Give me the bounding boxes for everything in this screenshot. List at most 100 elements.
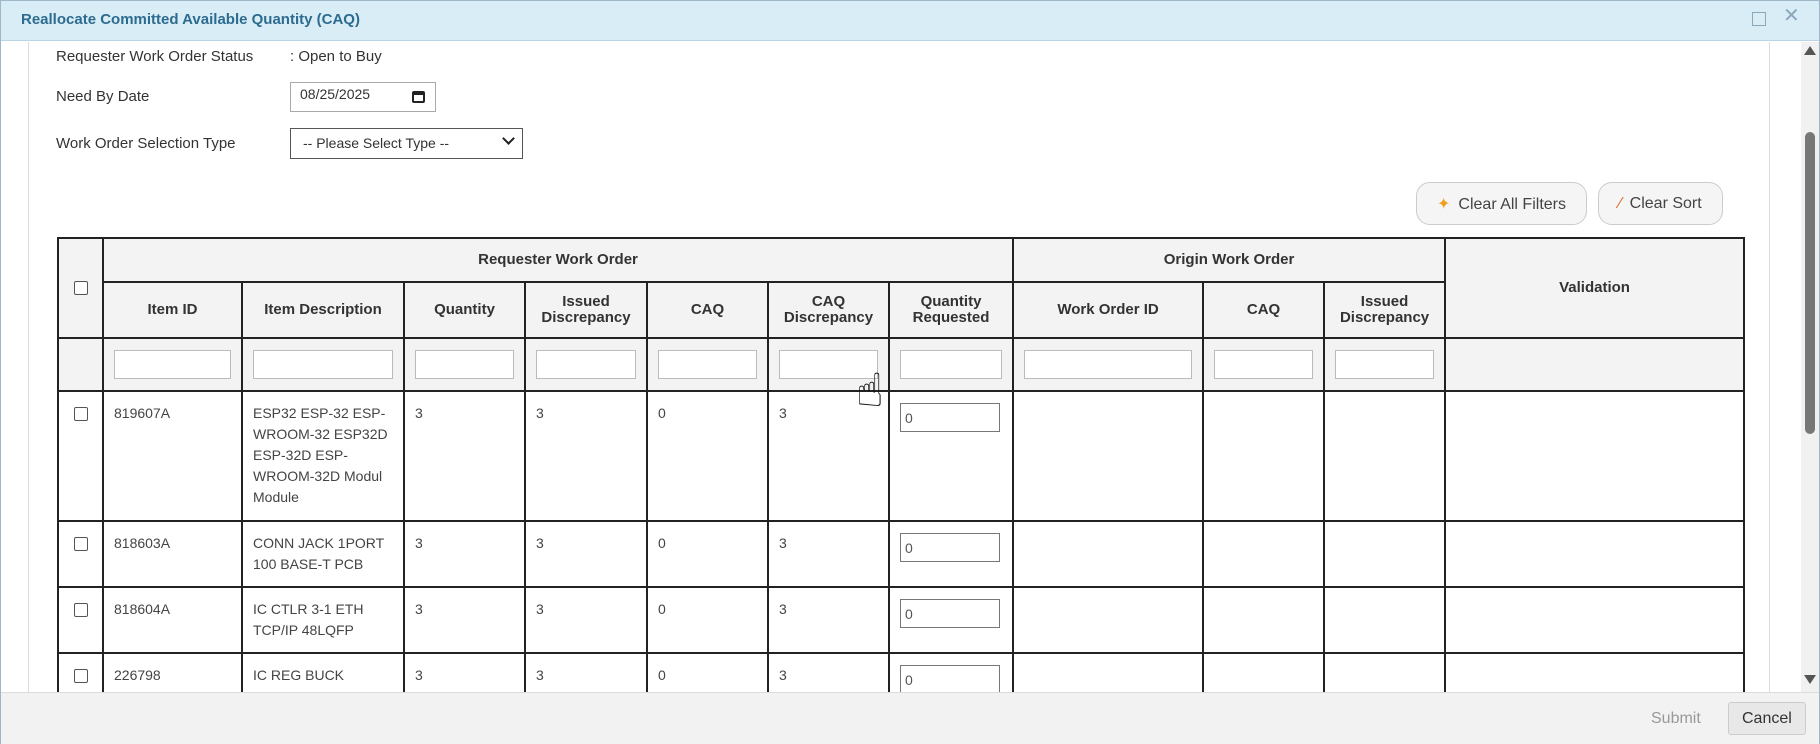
selection-type-value: -- Please Select Type -- [303, 135, 450, 151]
column-header-issued-discrepancy[interactable]: Issued Discrepancy [524, 281, 648, 339]
filter-quantity-requested[interactable] [900, 350, 1003, 379]
cell-work-order-id [1012, 586, 1205, 654]
scroll-down-icon[interactable] [1804, 675, 1816, 684]
column-header-quantity-requested[interactable]: Quantity Requested [887, 281, 1015, 339]
table-row: 819607A ESP32 ESP-32 ESP-WROOM-32 ESP32D… [57, 390, 1746, 522]
cell-item-description: ESP32 ESP-32 ESP-WROOM-32 ESP32D ESP-32D… [241, 390, 405, 522]
need-by-date-input[interactable]: 08/25/2025 [290, 82, 436, 112]
column-header-origin-issued-discrepancy[interactable]: Issued Discrepancy [1323, 281, 1447, 339]
cell-origin-issued-discrepancy [1323, 586, 1447, 654]
select-all-cell [57, 237, 104, 339]
cell-item-description: CONN JACK 1PORT 100 BASE-T PCB [241, 520, 405, 588]
quantity-requested-input[interactable] [900, 665, 1000, 692]
filter-quantity[interactable] [415, 350, 514, 379]
content-divider [28, 42, 29, 692]
cell-caq: 0 [646, 652, 769, 692]
filter-issued-discrepancy[interactable] [536, 350, 636, 379]
filter-origin-caq[interactable] [1214, 350, 1314, 379]
selection-type-label: Work Order Selection Type [56, 135, 236, 152]
selection-type-select[interactable]: -- Please Select Type -- [290, 128, 523, 159]
column-header-item-description[interactable]: Item Description [241, 281, 405, 339]
table-row: 226798 IC REG BUCK 3 3 0 3 [57, 652, 1746, 692]
cell-item-id: 818603A [102, 520, 243, 588]
scrollbar-thumb[interactable] [1805, 132, 1815, 434]
cancel-button[interactable]: Cancel [1728, 702, 1806, 735]
sparkle-icon: ✦ [1437, 195, 1451, 213]
cell-origin-caq [1202, 652, 1326, 692]
column-header-validation[interactable]: Validation [1444, 237, 1746, 339]
row-checkbox[interactable] [73, 407, 88, 421]
cell-validation [1444, 390, 1746, 522]
cell-validation [1444, 586, 1746, 654]
column-header-origin-caq[interactable]: CAQ [1202, 281, 1326, 339]
cell-origin-issued-discrepancy [1323, 390, 1447, 522]
row-checkbox[interactable] [73, 537, 88, 551]
cell-item-id: 819607A [102, 390, 243, 522]
clear-sort-label: Clear Sort [1629, 194, 1702, 212]
column-header-work-order-id[interactable]: Work Order ID [1012, 281, 1205, 339]
scroll-up-icon[interactable] [1804, 46, 1816, 55]
cell-validation [1444, 652, 1746, 692]
cell-item-id: 226798 [102, 652, 243, 692]
chevron-down-icon [502, 132, 515, 145]
filter-work-order-id[interactable] [1024, 350, 1193, 379]
cell-work-order-id [1012, 652, 1205, 692]
cell-item-description: IC REG BUCK [241, 652, 405, 692]
column-header-item-id[interactable]: Item ID [102, 281, 243, 339]
cell-origin-issued-discrepancy [1323, 520, 1447, 588]
cell-quantity: 3 [403, 586, 526, 654]
cell-origin-issued-discrepancy [1323, 652, 1447, 692]
table-row: 818604A IC CTLR 3-1 ETH TCP/IP 48LQFP 3 … [57, 586, 1746, 654]
dialog-content: Requester Work Order Status : Open to Bu… [1, 42, 1819, 692]
column-header-quantity[interactable]: Quantity [403, 281, 526, 339]
need-by-label: Need By Date [56, 88, 150, 105]
broom-icon: ⁄ [1619, 194, 1622, 212]
content-divider [1769, 42, 1770, 692]
maximize-icon[interactable] [1752, 12, 1766, 26]
cell-caq: 0 [646, 520, 769, 588]
quantity-requested-input[interactable] [900, 533, 1000, 562]
cell-quantity: 3 [403, 520, 526, 588]
filter-origin-issued-discrepancy[interactable] [1335, 350, 1435, 379]
group-header-origin: Origin Work Order [1012, 237, 1447, 283]
dialog-footer: Submit Cancel [1, 692, 1819, 744]
clear-all-filters-label: Clear All Filters [1458, 195, 1566, 213]
status-value: : Open to Buy [290, 48, 382, 65]
filter-item-description[interactable] [253, 350, 393, 379]
reallocation-table: Requester Work Order Origin Work Order V… [57, 237, 1746, 692]
cell-origin-caq [1202, 520, 1326, 588]
column-header-caq-discrepancy[interactable]: CAQ Discrepancy [767, 281, 890, 339]
cell-work-order-id [1012, 390, 1205, 522]
clear-all-filters-button[interactable]: ✦ Clear All Filters [1416, 182, 1587, 225]
content-scrollbar[interactable] [1801, 42, 1819, 692]
close-icon[interactable]: ✕ [1783, 6, 1800, 26]
quantity-requested-input[interactable] [900, 403, 1000, 432]
dialog-title: Reallocate Committed Available Quantity … [21, 11, 360, 28]
cell-caq-discrepancy: 3 [767, 520, 890, 588]
cell-issued-discrepancy: 3 [524, 520, 648, 588]
cell-quantity: 3 [403, 652, 526, 692]
cell-issued-discrepancy: 3 [524, 652, 648, 692]
clear-sort-button[interactable]: ⁄ Clear Sort [1598, 182, 1723, 225]
group-header-requester: Requester Work Order [101, 237, 1015, 283]
filter-item-id[interactable] [114, 350, 231, 379]
cell-origin-caq [1202, 390, 1326, 522]
cell-caq: 0 [646, 586, 769, 654]
submit-button[interactable]: Submit [1641, 704, 1711, 734]
select-all-checkbox[interactable] [73, 281, 88, 295]
calendar-icon[interactable] [412, 91, 425, 103]
cell-work-order-id [1012, 520, 1205, 588]
cell-issued-discrepancy: 3 [524, 390, 648, 522]
filter-caq[interactable] [658, 350, 757, 379]
column-header-caq[interactable]: CAQ [646, 281, 769, 339]
dialog-titlebar: Reallocate Committed Available Quantity … [1, 1, 1819, 41]
cell-quantity: 3 [403, 390, 526, 522]
need-by-date-value: 08/25/2025 [300, 86, 371, 102]
reallocate-caq-dialog: Reallocate Committed Available Quantity … [0, 0, 1820, 744]
row-checkbox[interactable] [73, 603, 88, 617]
cell-item-id: 818604A [102, 586, 243, 654]
cell-caq-discrepancy: 3 [767, 652, 890, 692]
row-checkbox[interactable] [73, 669, 88, 683]
table-row: 818603A CONN JACK 1PORT 100 BASE-T PCB 3… [57, 520, 1746, 588]
quantity-requested-input[interactable] [900, 599, 1000, 628]
